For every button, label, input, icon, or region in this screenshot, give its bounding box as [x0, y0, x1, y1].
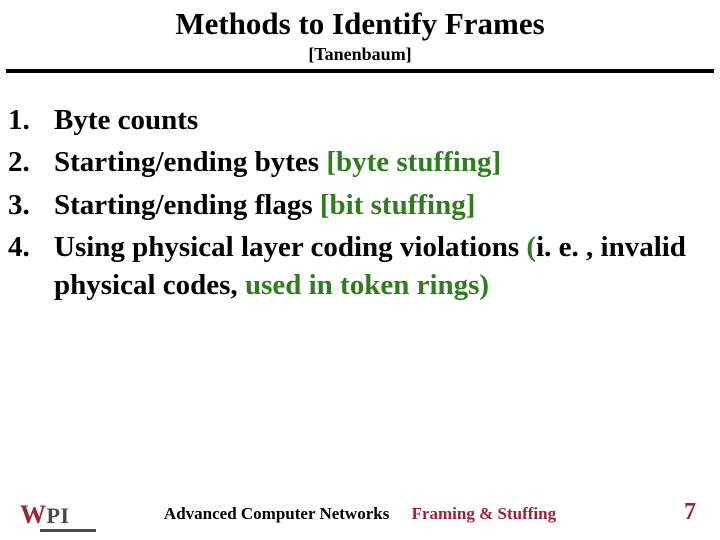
paren-open: (: [526, 231, 536, 263]
list-text: Using physical layer coding violations (…: [54, 228, 712, 305]
slide-footer: WPI Advanced Computer Networks Framing &…: [0, 490, 720, 530]
list-text: Starting/ending bytes [byte stuffing]: [54, 143, 712, 181]
methods-list: 1. Byte counts 2. Starting/ending bytes …: [8, 101, 712, 304]
list-item: 3. Starting/ending flags [bit stuffing]: [8, 186, 712, 224]
list-number: 1.: [8, 101, 54, 139]
footer-text: Advanced Computer Networks Framing & Stu…: [0, 504, 720, 524]
list-item: 4. Using physical layer coding violation…: [8, 228, 712, 305]
page-number: 7: [684, 499, 696, 526]
list-text-note: used in token rings: [245, 269, 479, 301]
list-text: Byte counts: [54, 101, 712, 139]
list-number: 3.: [8, 186, 54, 224]
logo-underline: [40, 529, 96, 532]
divider: [6, 69, 714, 73]
list-text-main: Using physical layer coding violations: [54, 231, 526, 263]
list-text-note: [byte stuffing]: [326, 146, 501, 178]
list-number: 2.: [8, 143, 54, 181]
paren-close: ): [479, 269, 489, 301]
list-text: Starting/ending flags [bit stuffing]: [54, 186, 712, 224]
footer-course: Advanced Computer Networks: [164, 504, 389, 523]
list-item: 1. Byte counts: [8, 101, 712, 139]
list-text-note: [bit stuffing]: [320, 189, 475, 221]
list-number: 4.: [8, 228, 54, 305]
list-text-main: Starting/ending bytes: [54, 146, 326, 178]
list-item: 2. Starting/ending bytes [byte stuffing]: [8, 143, 712, 181]
list-text-main: Starting/ending flags: [54, 189, 320, 221]
slide-title: Methods to Identify Frames: [0, 6, 720, 42]
slide-subtitle: [Tanenbaum]: [0, 44, 720, 65]
slide-header: Methods to Identify Frames [Tanenbaum]: [0, 0, 720, 65]
footer-topic: Framing & Stuffing: [412, 504, 557, 523]
